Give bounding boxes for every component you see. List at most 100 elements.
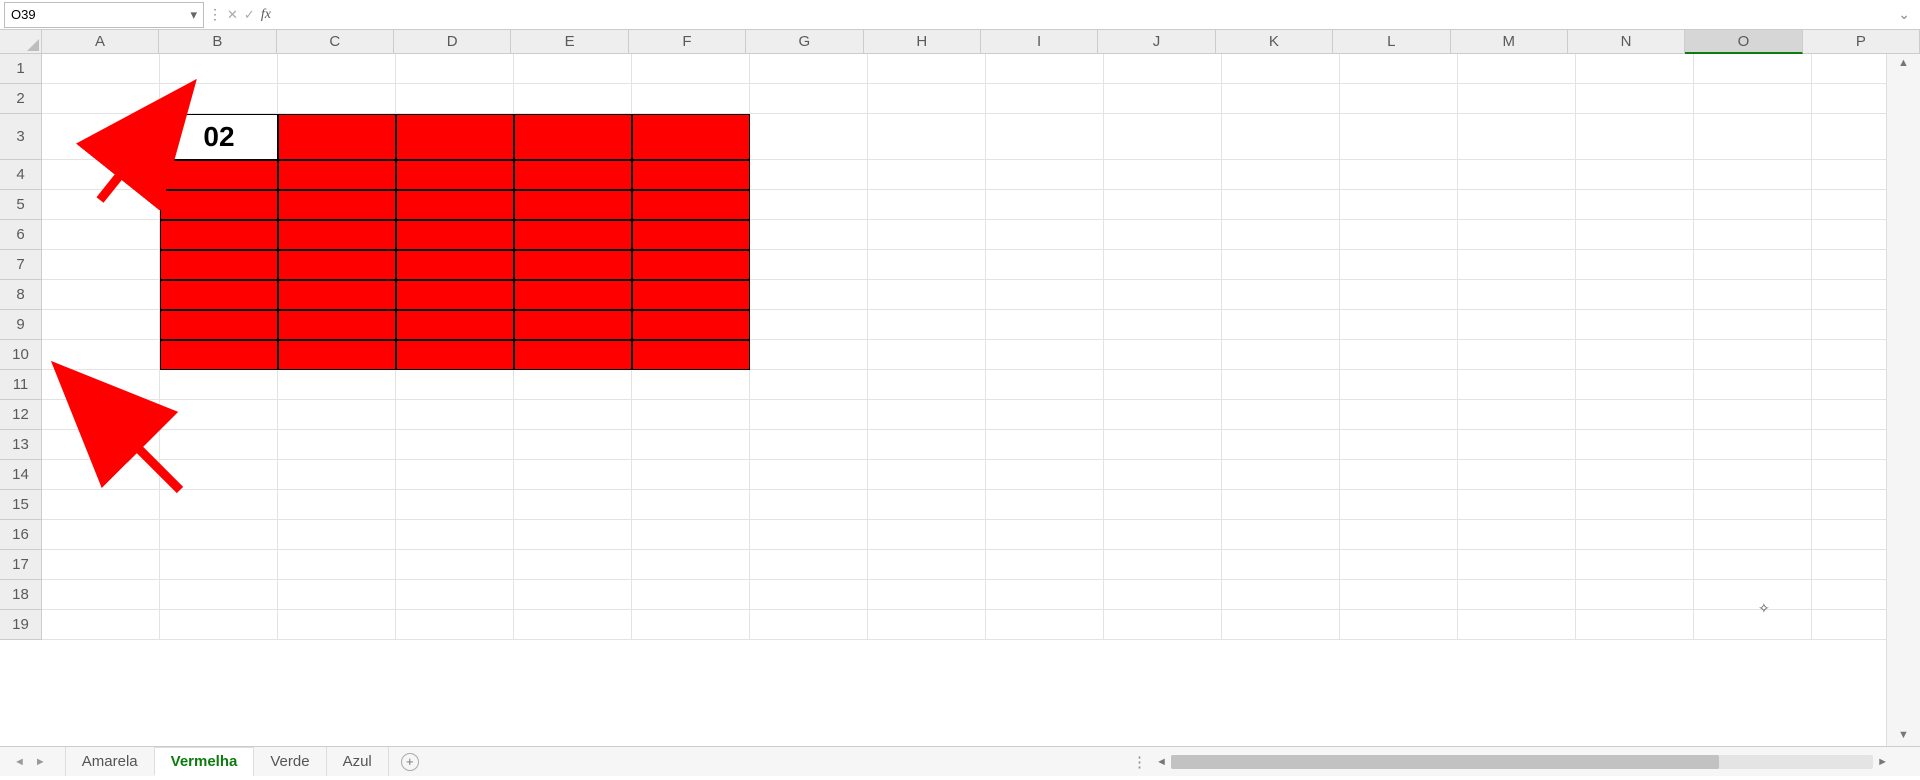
scroll-down-icon[interactable]: ▼ [1898, 726, 1909, 744]
sheet-tab-verde[interactable]: Verde [253, 747, 326, 776]
cell-K3[interactable] [1222, 114, 1340, 160]
cell-J6[interactable] [1104, 220, 1222, 250]
cell-G18[interactable] [750, 580, 868, 610]
cell-M3[interactable] [1458, 114, 1576, 160]
scroll-track[interactable] [1171, 755, 1873, 769]
scroll-thumb[interactable] [1171, 755, 1719, 769]
cell-J19[interactable] [1104, 610, 1222, 640]
name-box[interactable]: O39 ▾ [4, 2, 204, 28]
cell-I18[interactable] [986, 580, 1104, 610]
cell-B12[interactable] [160, 400, 278, 430]
cell-O9[interactable] [1694, 310, 1812, 340]
confirm-icon[interactable]: ✓ [244, 7, 255, 23]
cell-M5[interactable] [1458, 190, 1576, 220]
cell-E4[interactable] [514, 160, 632, 190]
cell-B18[interactable] [160, 580, 278, 610]
cell-M2[interactable] [1458, 84, 1576, 114]
row-header-11[interactable]: 11 [0, 370, 42, 400]
cell-E3[interactable] [514, 114, 632, 160]
cell-O4[interactable] [1694, 160, 1812, 190]
cell-N11[interactable] [1576, 370, 1694, 400]
cells-layer[interactable]: 02 [42, 54, 1886, 746]
cell-G8[interactable] [750, 280, 868, 310]
cell-J16[interactable] [1104, 520, 1222, 550]
cell-H8[interactable] [868, 280, 986, 310]
cell-G11[interactable] [750, 370, 868, 400]
cell-O6[interactable] [1694, 220, 1812, 250]
cell-H9[interactable] [868, 310, 986, 340]
cell-E10[interactable] [514, 340, 632, 370]
cell-M18[interactable] [1458, 580, 1576, 610]
cell-M6[interactable] [1458, 220, 1576, 250]
cell-G14[interactable] [750, 460, 868, 490]
cell-C7[interactable] [278, 250, 396, 280]
cell-H1[interactable] [868, 54, 986, 84]
cell-F11[interactable] [632, 370, 750, 400]
cell-H15[interactable] [868, 490, 986, 520]
cell-L19[interactable] [1340, 610, 1458, 640]
cell-I13[interactable] [986, 430, 1104, 460]
cell-L6[interactable] [1340, 220, 1458, 250]
cell-M11[interactable] [1458, 370, 1576, 400]
cell-C2[interactable] [278, 84, 396, 114]
cell-E5[interactable] [514, 190, 632, 220]
cell-F7[interactable] [632, 250, 750, 280]
row-header-13[interactable]: 13 [0, 430, 42, 460]
cell-I4[interactable] [986, 160, 1104, 190]
row-header-3[interactable]: 3 [0, 114, 42, 160]
cell-G13[interactable] [750, 430, 868, 460]
row-header-16[interactable]: 16 [0, 520, 42, 550]
cell-C9[interactable] [278, 310, 396, 340]
cell-L3[interactable] [1340, 114, 1458, 160]
cell-I9[interactable] [986, 310, 1104, 340]
column-header-C[interactable]: C [277, 30, 394, 54]
column-header-G[interactable]: G [746, 30, 863, 54]
cell-N9[interactable] [1576, 310, 1694, 340]
cell-O12[interactable] [1694, 400, 1812, 430]
cell-M14[interactable] [1458, 460, 1576, 490]
column-header-H[interactable]: H [864, 30, 981, 54]
cell-G12[interactable] [750, 400, 868, 430]
cell-E16[interactable] [514, 520, 632, 550]
cell-G1[interactable] [750, 54, 868, 84]
cell-A1[interactable] [42, 54, 160, 84]
cell-H19[interactable] [868, 610, 986, 640]
row-header-8[interactable]: 8 [0, 280, 42, 310]
cell-D17[interactable] [396, 550, 514, 580]
cell-K14[interactable] [1222, 460, 1340, 490]
tab-next-icon[interactable]: ► [35, 756, 46, 768]
cell-F17[interactable] [632, 550, 750, 580]
row-header-14[interactable]: 14 [0, 460, 42, 490]
hscroll-handle-icon[interactable]: ⋮ [1132, 753, 1146, 771]
cell-E7[interactable] [514, 250, 632, 280]
cell-M12[interactable] [1458, 400, 1576, 430]
cell-I16[interactable] [986, 520, 1104, 550]
cell-A7[interactable] [42, 250, 160, 280]
cell-L12[interactable] [1340, 400, 1458, 430]
cell-M15[interactable] [1458, 490, 1576, 520]
cell-E8[interactable] [514, 280, 632, 310]
row-header-7[interactable]: 7 [0, 250, 42, 280]
cell-H6[interactable] [868, 220, 986, 250]
cell-B13[interactable] [160, 430, 278, 460]
cell-H14[interactable] [868, 460, 986, 490]
cell-A16[interactable] [42, 520, 160, 550]
cell-K19[interactable] [1222, 610, 1340, 640]
cell-E11[interactable] [514, 370, 632, 400]
cell-F6[interactable] [632, 220, 750, 250]
cell-F10[interactable] [632, 340, 750, 370]
cell-B14[interactable] [160, 460, 278, 490]
cell-F16[interactable] [632, 520, 750, 550]
cell-J8[interactable] [1104, 280, 1222, 310]
cell-H13[interactable] [868, 430, 986, 460]
cell-D1[interactable] [396, 54, 514, 84]
cell-L14[interactable] [1340, 460, 1458, 490]
cell-B4[interactable] [160, 160, 278, 190]
cell-L18[interactable] [1340, 580, 1458, 610]
cell-J12[interactable] [1104, 400, 1222, 430]
cell-M13[interactable] [1458, 430, 1576, 460]
cell-A4[interactable] [42, 160, 160, 190]
cell-H2[interactable] [868, 84, 986, 114]
cell-E19[interactable] [514, 610, 632, 640]
cell-J10[interactable] [1104, 340, 1222, 370]
